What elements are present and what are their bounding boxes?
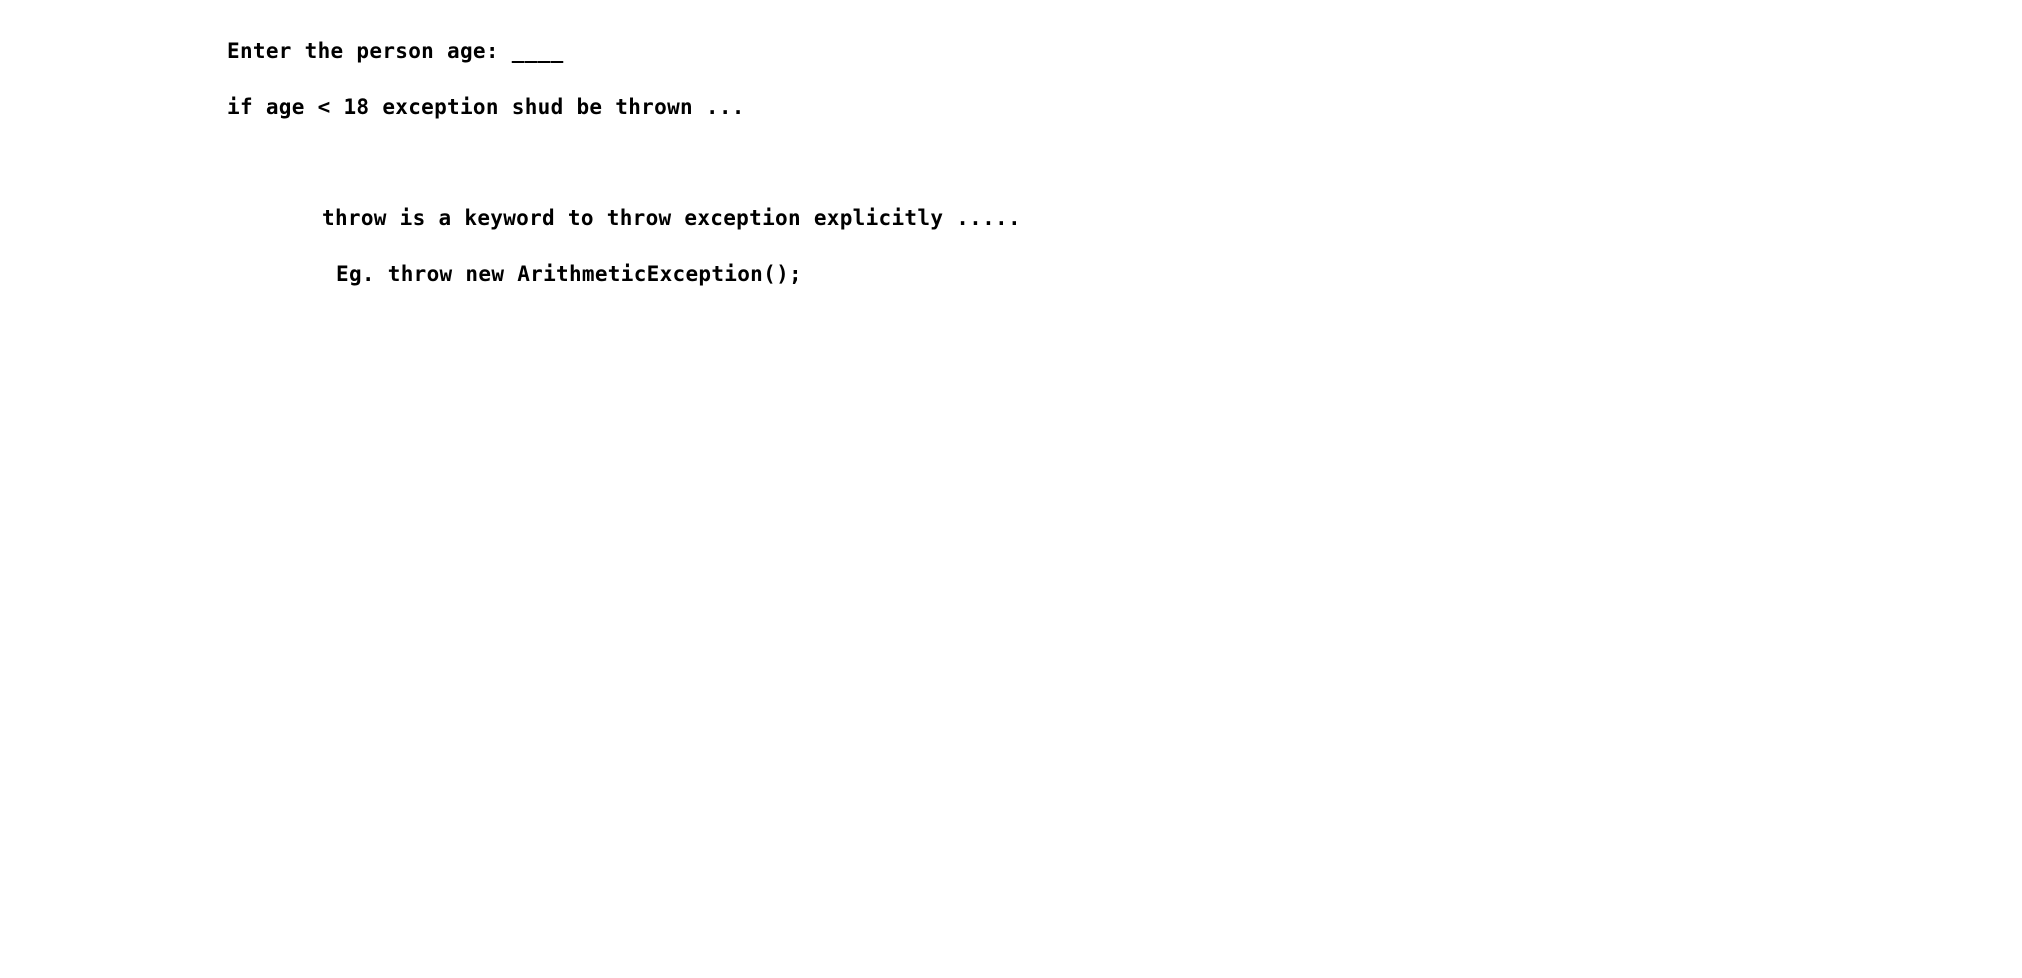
notes-page: Enter the person age: ____ if age < 18 e… bbox=[0, 0, 2022, 978]
throw-keyword-text: throw is a keyword to throw exception ex… bbox=[322, 206, 1021, 230]
age-prompt-text: Enter the person age: ____ bbox=[227, 39, 564, 63]
throw-example-code: Eg. throw new ArithmeticException(); bbox=[336, 262, 802, 286]
age-condition-text: if age < 18 exception shud be thrown ... bbox=[227, 95, 745, 119]
